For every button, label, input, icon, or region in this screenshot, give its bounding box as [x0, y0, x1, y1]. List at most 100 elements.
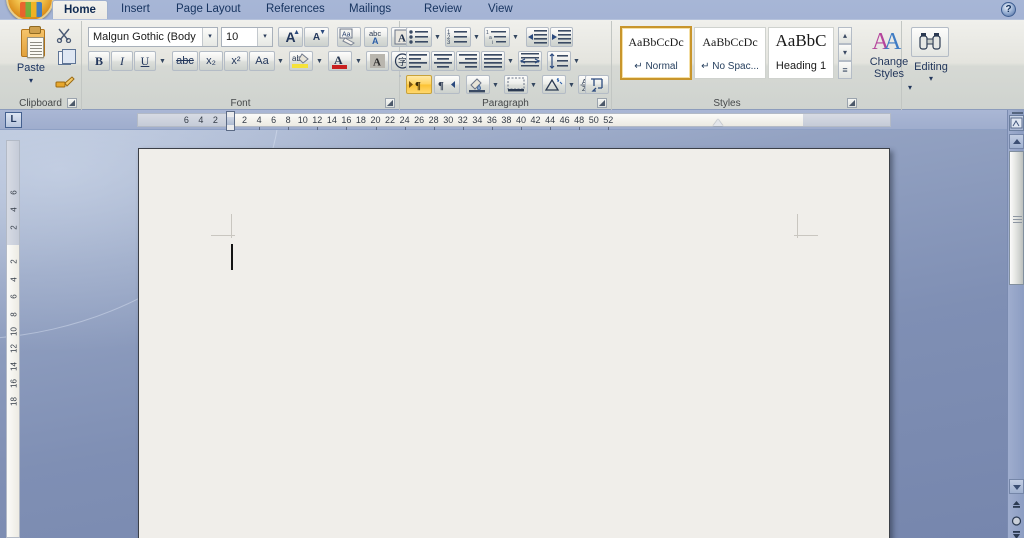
asian-layout-dropdown-icon[interactable]: ▼: [566, 75, 577, 94]
scroll-up-button[interactable]: [1009, 134, 1024, 149]
find-button[interactable]: [911, 27, 949, 57]
numbering-button[interactable]: 1 2 3: [445, 27, 471, 47]
character-shading-button[interactable]: A: [366, 51, 389, 71]
align-center-button[interactable]: [431, 51, 455, 71]
copy-button[interactable]: [58, 49, 76, 65]
change-case-dropdown-icon[interactable]: ▼: [275, 51, 286, 71]
align-right-button[interactable]: [456, 51, 480, 71]
align-left-button[interactable]: [406, 51, 430, 71]
font-color-button[interactable]: A: [328, 51, 352, 71]
shading-dropdown-icon[interactable]: ▼: [490, 75, 501, 94]
tab-insert[interactable]: Insert: [110, 0, 161, 19]
line-spacing-button[interactable]: [547, 51, 571, 71]
help-icon[interactable]: ?: [1001, 2, 1016, 17]
styles-scroll-up-button[interactable]: ▴: [838, 27, 852, 44]
tab-stop-selector-button[interactable]: L: [5, 112, 22, 128]
borders-dropdown-icon[interactable]: ▼: [528, 75, 539, 94]
vertical-ruler[interactable]: 6 4 2 2 4 6 8 10 12 14 16 18: [6, 140, 20, 538]
tab-references[interactable]: References: [255, 0, 336, 19]
decrease-indent-button[interactable]: [526, 27, 549, 47]
ruler-tick-label: 2: [212, 115, 218, 125]
highlight-dropdown-icon[interactable]: ▼: [314, 51, 325, 71]
asian-layout-button[interactable]: [542, 75, 566, 94]
shading-button[interactable]: [466, 75, 490, 94]
ruler-toggle-button[interactable]: [1009, 112, 1024, 131]
select-browse-object-button[interactable]: [1010, 514, 1023, 529]
clear-formatting-button[interactable]: Aa: [337, 27, 361, 47]
left-to-right-button[interactable]: ¶: [406, 75, 432, 94]
style-item-heading1[interactable]: AaBbC Heading 1: [768, 27, 834, 79]
paste-caret-icon[interactable]: ▾: [9, 76, 53, 85]
font-dialog-launcher[interactable]: ◢: [385, 98, 395, 108]
ruler-tick-label: 48: [574, 115, 585, 125]
italic-button[interactable]: I: [111, 51, 133, 71]
editing-caret-icon[interactable]: ▾: [902, 74, 960, 83]
tab-mailings[interactable]: Mailings: [338, 0, 402, 19]
shrink-font-button[interactable]: A ▼: [304, 27, 329, 47]
previous-page-button[interactable]: [1010, 498, 1023, 513]
left-margin-marker[interactable]: [226, 117, 235, 125]
style-item-no-spacing[interactable]: AaBbCcDc ↵ No Spac...: [694, 27, 766, 79]
text-highlight-button[interactable]: ab: [289, 51, 313, 71]
superscript-button[interactable]: x²: [224, 51, 248, 71]
change-case-button[interactable]: abc A: [364, 27, 388, 47]
font-size-dropdown-icon[interactable]: ▾: [257, 28, 272, 46]
vruler-tick-label: 10: [9, 327, 19, 336]
font-size-combo[interactable]: 10 ▾: [221, 27, 273, 47]
vruler-tick-label: 4: [9, 207, 19, 212]
next-page-button[interactable]: [1010, 529, 1023, 538]
tab-page-layout[interactable]: Page Layout: [165, 0, 252, 19]
increase-indent-button[interactable]: [550, 27, 573, 47]
left-indent-marker[interactable]: [226, 124, 235, 131]
ruler-tick: [579, 127, 581, 130]
styles-scroll-down-button[interactable]: ▾: [838, 44, 852, 61]
styles-dialog-launcher[interactable]: ◢: [847, 98, 857, 108]
underline-dropdown-icon[interactable]: ▼: [156, 51, 169, 71]
bullets-dropdown-icon[interactable]: ▼: [432, 27, 443, 47]
right-indent-marker[interactable]: [713, 119, 723, 126]
font-color-dropdown-icon[interactable]: ▼: [353, 51, 364, 71]
tab-view[interactable]: View: [477, 0, 524, 19]
horizontal-ruler-bar: L 6 4 2 2 4 6 8 10 12 14 16 18 20 22 24 26 28 30 32 34 36 38 4…: [0, 110, 1024, 131]
borders-button[interactable]: [504, 75, 528, 94]
ruler-tick-label: 38: [501, 115, 512, 125]
bullets-button[interactable]: [406, 27, 432, 47]
multilevel-dropdown-icon[interactable]: ▼: [510, 27, 521, 47]
underline-button[interactable]: U: [134, 51, 156, 71]
styles-more-button[interactable]: ≡: [838, 61, 852, 79]
format-painter-button[interactable]: [55, 73, 75, 89]
justify-dropdown-icon[interactable]: ▼: [505, 51, 516, 71]
change-case-aa-button[interactable]: Aa: [249, 51, 275, 71]
paragraph-dialog-launcher[interactable]: ◢: [597, 98, 607, 108]
show-formatting-marks-button[interactable]: [585, 75, 609, 94]
paste-button[interactable]: Paste ▾: [8, 25, 54, 95]
bold-button[interactable]: B: [88, 51, 110, 71]
vruler-tick-label: 16: [9, 379, 19, 389]
tab-home[interactable]: Home: [52, 0, 108, 19]
vertical-scrollbar[interactable]: [1007, 110, 1024, 538]
clipboard-dialog-launcher[interactable]: ◢: [67, 98, 77, 108]
distributed-button[interactable]: [518, 51, 542, 71]
ruler-tick-label: 4: [198, 115, 204, 125]
style-item-normal[interactable]: AaBbCcDc ↵ Normal: [620, 26, 692, 80]
justify-button[interactable]: [481, 51, 505, 71]
strikethrough-button[interactable]: abc: [172, 51, 198, 71]
tab-review[interactable]: Review: [413, 0, 473, 19]
document-page[interactable]: [138, 148, 890, 538]
multilevel-list-button[interactable]: 1 a i: [484, 27, 510, 47]
font-name-combo[interactable]: Malgun Gothic (Body ▾: [88, 27, 218, 47]
cut-button[interactable]: [56, 27, 72, 44]
svg-text:A: A: [884, 29, 902, 53]
ruler-tick: [491, 127, 493, 130]
line-spacing-dropdown-icon[interactable]: ▼: [571, 51, 582, 71]
numbering-dropdown-icon[interactable]: ▼: [471, 27, 482, 47]
subscript-button[interactable]: x₂: [199, 51, 223, 71]
font-name-value: Malgun Gothic (Body: [93, 31, 196, 43]
horizontal-ruler[interactable]: 6 4 2 2 4 6 8 10 12 14 16 18 20 22 24 26 28 30 32 34 36 38 40 4…: [137, 111, 891, 131]
grow-font-button[interactable]: A ▲: [278, 27, 303, 47]
font-name-dropdown-icon[interactable]: ▾: [202, 28, 217, 46]
right-to-left-button[interactable]: ¶: [434, 75, 460, 94]
style-label-heading1: Heading 1: [775, 60, 827, 72]
scroll-down-button[interactable]: [1009, 479, 1024, 494]
scrollbar-thumb[interactable]: [1009, 151, 1024, 285]
